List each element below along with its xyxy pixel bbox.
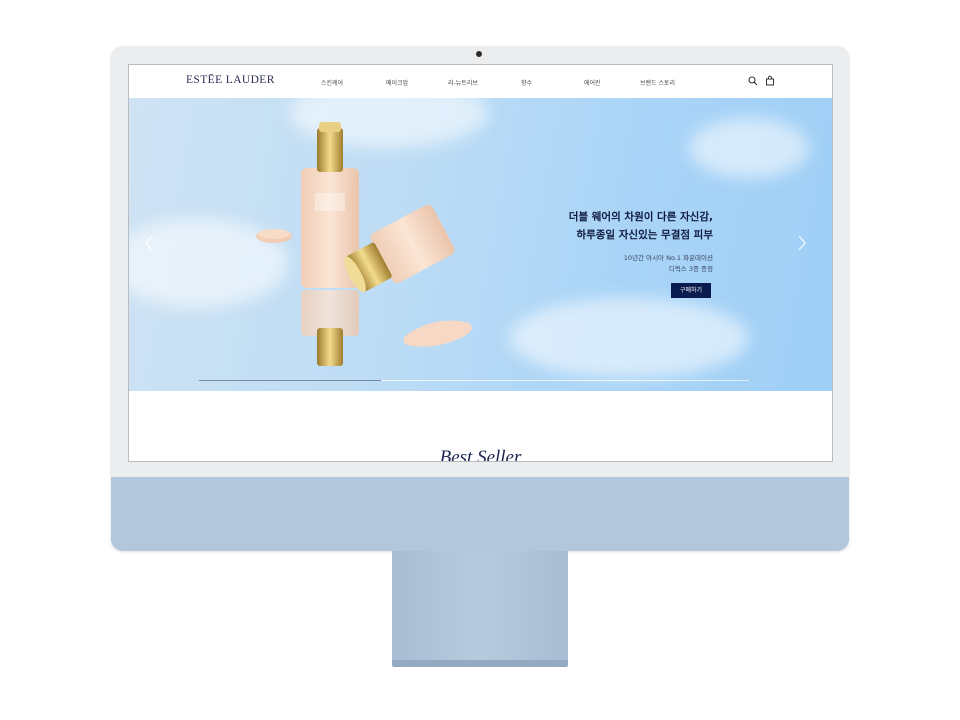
hero-subtext-line2: 디럭스 3종 증정 [668, 265, 713, 273]
camera-dot [476, 51, 482, 57]
imac-display: ESTĒE LAUDER 스킨케어 메이크업 리-뉴트리브 향수 에어린 브랜드… [111, 46, 849, 551]
slide-progress-fill [199, 380, 381, 381]
hero-banner: 더블 웨어의 차원이 다른 자신감, 하루종일 자신있는 무결점 피부 10년간… [129, 98, 832, 391]
nav-item-makeup[interactable]: 메이크업 [386, 78, 408, 87]
hero-headline-line2: 하루종일 자신있는 무결점 피부 [576, 229, 713, 241]
buy-button[interactable]: 구매하기 [671, 283, 711, 298]
chevron-left-icon[interactable] [142, 234, 156, 252]
brand-logo[interactable]: ESTĒE LAUDER [186, 74, 275, 86]
nav-item-fragrance[interactable]: 향수 [521, 78, 532, 87]
nav-item-re-nutriv[interactable]: 리-뉴트리브 [448, 78, 478, 87]
hero-subtext-line1: 10년간 아시아 No.1 파운데이션 [623, 254, 713, 262]
browser-screen: ESTĒE LAUDER 스킨케어 메이크업 리-뉴트리브 향수 에어린 브랜드… [128, 64, 833, 462]
hero-headline: 더블 웨어의 차원이 다른 자신감, 하루종일 자신있는 무결점 피부 [569, 208, 713, 244]
nav-item-skincare[interactable]: 스킨케어 [321, 78, 343, 87]
foundation-bottles-image [256, 122, 472, 366]
shopping-bag-icon[interactable] [764, 75, 776, 87]
nav-item-aerin[interactable]: 에어린 [584, 78, 601, 87]
hero-subtext: 10년간 아시아 No.1 파운데이션 디럭스 3종 증정 [624, 253, 713, 275]
search-icon[interactable] [747, 75, 759, 87]
chevron-right-icon[interactable] [795, 234, 809, 252]
imac-chin [111, 477, 849, 551]
nav-item-brand-story[interactable]: 브랜드 스토리 [640, 78, 675, 87]
imac-stand [392, 551, 568, 661]
best-seller-heading: Best Seller [439, 447, 522, 462]
imac-stand-foot [392, 660, 568, 667]
hero-headline-line1: 더블 웨어의 차원이 다른 자신감, [568, 211, 713, 223]
site-header: ESTĒE LAUDER 스킨케어 메이크업 리-뉴트리브 향수 에어린 브랜드… [129, 65, 832, 98]
